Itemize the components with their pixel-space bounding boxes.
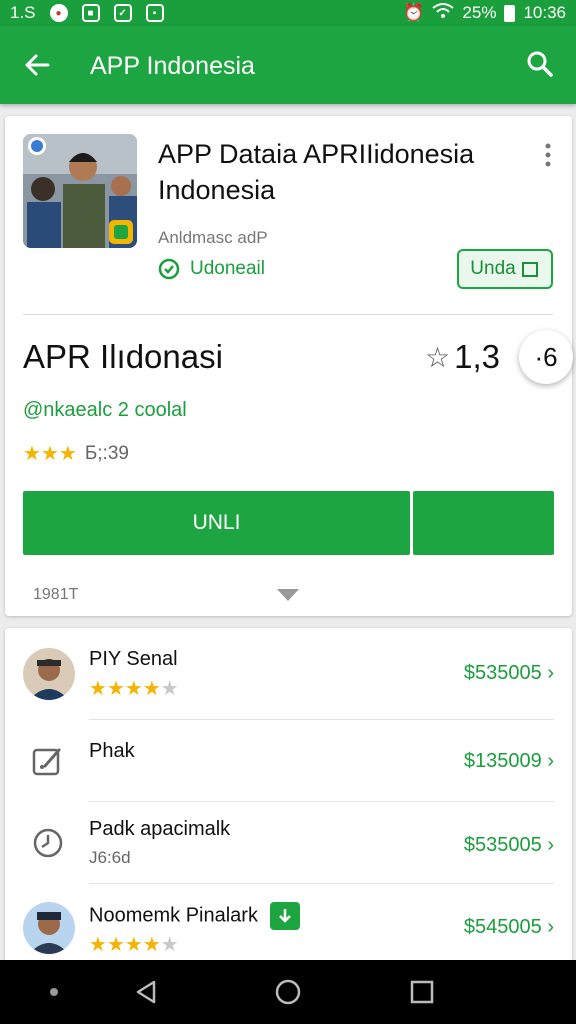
undo-button-label: Unda (470, 258, 516, 279)
app-icon: ■ (81, 4, 100, 22)
app-thumbnail[interactable] (23, 134, 137, 248)
system-nav-bar (0, 960, 576, 1024)
battery-percent: 25% (462, 3, 497, 22)
list-item[interactable]: Padk apacimalk J6:6d $535005 › (5, 802, 572, 884)
app-detail-card: APP Dataia APRIIidonesia Indonesia Anldm… (5, 116, 573, 616)
app-bar-title: APP Indonesia (90, 52, 255, 80)
list-item[interactable]: Noomemk Pinalark ★★★★★ $545005 › (5, 884, 572, 968)
edit-icon (32, 748, 61, 776)
more-vertical-icon[interactable] (541, 142, 555, 168)
rating-row: ★★★ Б;:39 (23, 441, 129, 466)
notification-icon: ● (49, 4, 68, 22)
rating-count: Б;:39 (84, 442, 129, 464)
floating-badge[interactable]: ·6 (519, 330, 573, 384)
star-half-icon: ★ (58, 443, 77, 465)
app-heading: APR Ilıdonasi (23, 338, 223, 375)
rating-stars: ★★★ (23, 441, 77, 466)
chevron-down-icon[interactable] (277, 589, 299, 601)
clock-icon (33, 828, 63, 858)
app-subtitle[interactable]: @nkaealc 2 coolal (23, 399, 187, 422)
avatar-icon (23, 648, 75, 700)
footer-label: 1981T (33, 586, 79, 603)
external-icon (521, 262, 538, 277)
alarm-icon: ⏰ (403, 3, 425, 22)
star-outline-icon: ☆ (425, 341, 451, 373)
nav-dot-icon (50, 988, 58, 996)
list-item-price[interactable]: $135009 › (464, 750, 554, 773)
rating-summary: ☆ 1,3 (425, 338, 500, 376)
download-badge-icon (269, 902, 300, 930)
list-item-name: Padk apacimalk (89, 818, 231, 840)
list-item-name-text: Noomemk Pinalark (89, 904, 258, 927)
search-icon[interactable] (526, 50, 554, 78)
battery-icon (504, 4, 516, 22)
install-button[interactable]: UNLI (23, 491, 410, 555)
status-left-text: 1.S (10, 3, 36, 22)
developer-name[interactable]: Anldmasc adP (158, 228, 268, 248)
image-icon: ▪ (145, 4, 164, 22)
star-icon: ★ (23, 443, 41, 465)
install-button-label: UNLI (192, 511, 241, 534)
related-list-card: PIY Senal ★★★★★ $535005 › Phak $135009 ›… (5, 628, 572, 968)
list-item-price[interactable]: $545005 › (464, 916, 554, 939)
list-item-name: Noomemk Pinalark (89, 902, 300, 930)
list-item-stars: ★★★★★ (89, 934, 179, 956)
install-status: Udoneail (158, 258, 265, 280)
list-item-meta: J6:6d (89, 848, 131, 867)
nav-home-icon[interactable] (274, 978, 302, 1006)
app-bar: APP Indonesia (0, 26, 576, 104)
list-item-name: Phak (89, 740, 135, 762)
status-label: Udoneail (190, 258, 265, 279)
status-check-icon (158, 258, 180, 280)
list-item-price[interactable]: $535005 › (464, 662, 554, 685)
wifi-icon (432, 2, 455, 24)
list-item-name: PIY Senal (89, 648, 178, 670)
app-title: APP Dataia APRIIidonesia Indonesia (158, 139, 475, 205)
list-item[interactable]: PIY Senal ★★★★★ $535005 › (5, 628, 572, 720)
undo-button[interactable]: Unda (457, 249, 553, 289)
nav-recents-icon[interactable] (410, 980, 434, 1004)
list-item[interactable]: Phak $135009 › (5, 720, 572, 802)
clock-time: 10:36 (523, 3, 566, 22)
star-icon: ★ (40, 443, 59, 465)
rating-value: 1,3 (454, 338, 500, 375)
install-options-button[interactable] (413, 491, 554, 555)
status-bar: 1.S ● ■ ✓ ▪ ⏰ 25% 10:36 (0, 0, 576, 26)
divider (23, 314, 553, 315)
message-icon: ✓ (113, 4, 132, 22)
list-item-price[interactable]: $535005 › (464, 834, 554, 857)
list-item-stars: ★★★★★ (89, 678, 179, 700)
nav-back-icon[interactable] (132, 978, 160, 1006)
avatar-icon (23, 902, 75, 954)
back-arrow-icon[interactable] (22, 50, 52, 80)
